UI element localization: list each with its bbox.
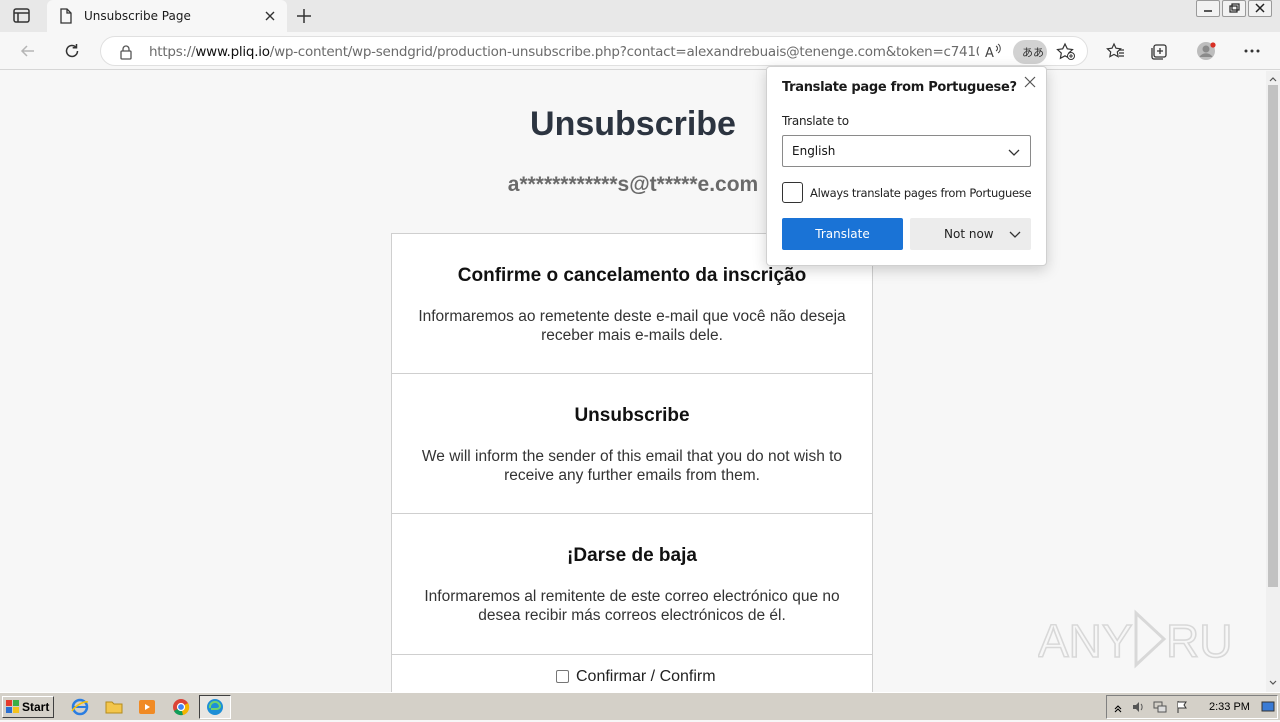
not-now-button[interactable]: Not now [910,218,1031,250]
read-aloud-icon[interactable]: A [983,42,1005,62]
close-icon[interactable] [263,9,277,23]
always-translate-checkbox[interactable] [782,182,803,203]
more-menu-icon[interactable] [1242,41,1262,61]
start-button[interactable]: Start [2,696,54,718]
not-now-label: Not now [944,227,994,241]
favorites-icon[interactable] [1106,41,1126,61]
tab-actions-icon[interactable] [12,7,32,25]
card-heading: ¡Darse de baja [567,545,697,566]
confirm-checkbox[interactable] [556,670,569,683]
restore-button[interactable] [1222,0,1246,17]
language-select[interactable]: English [782,135,1031,167]
chevron-down-icon [1007,145,1021,159]
page-scrollbar[interactable] [1266,71,1280,692]
lock-icon[interactable] [119,44,133,60]
refresh-icon[interactable] [62,41,82,61]
taskbar-clock[interactable]: 2:33 PM [1209,701,1250,713]
scroll-down-arrow-icon[interactable] [1266,677,1280,689]
tab-unsubscribe-page[interactable]: Unsubscribe Page [47,0,287,32]
address-bar[interactable]: https://www.pliq.io/wp-content/wp-sendgr… [100,36,1088,66]
translate-icon[interactable]: ああ [1013,40,1047,64]
card-body: We will inform the sender of this email … [421,448,843,484]
edge-taskbar-button[interactable] [199,695,231,719]
show-hidden-icons-icon[interactable] [1111,700,1125,714]
system-tray: 2:33 PM [1106,695,1278,719]
translate-button[interactable]: Translate [782,218,903,250]
taskbar: Start 2:33 PM [0,692,1280,720]
always-translate-label[interactable]: Always translate pages from Portuguese [810,186,1032,200]
chrome-icon[interactable] [171,697,191,717]
watermark-logo: ANY RUN [1037,605,1266,673]
url-scheme: https:// [149,44,196,60]
card-heading: Unsubscribe [574,405,690,426]
window-controls [1196,0,1272,18]
svg-text:ANY: ANY [1038,615,1133,667]
internet-explorer-icon[interactable] [70,697,90,717]
card-body: Informaremos ao remetente deste e-mail q… [418,308,846,344]
confirm-row: Confirmar / Confirm [391,654,873,692]
url-text[interactable]: https://www.pliq.io/wp-content/wp-sendgr… [149,44,979,60]
new-tab-icon[interactable] [295,7,313,25]
start-label: Start [22,700,50,714]
add-favorite-icon[interactable] [1055,42,1077,62]
page-content: Unsubscribe a************s@t*****e.com C… [0,71,1266,692]
file-explorer-icon[interactable] [104,697,124,717]
network-icon[interactable] [1153,700,1167,714]
chevron-down-icon[interactable] [1008,227,1022,241]
show-desktop-icon[interactable] [1261,700,1275,714]
close-window-button[interactable] [1248,0,1272,17]
media-player-icon[interactable] [137,697,157,717]
browser-toolbar: https://www.pliq.io/wp-content/wp-sendgr… [0,32,1280,70]
confirm-label[interactable]: Confirmar / Confirm [576,668,716,686]
windows-logo-icon [6,700,20,714]
url-host: www.pliq.io [195,44,270,60]
url-path: /wp-content/wp-sendgrid/production-unsub… [269,44,979,60]
browser-window: Unsubscribe Page https://www.pliq.io/wp-… [0,0,1280,692]
tab-title: Unsubscribe Page [84,9,191,23]
page-title: Unsubscribe [530,105,736,143]
card-heading: Confirme o cancelamento da inscrição [457,265,807,286]
card-english: Unsubscribe We will inform the sender of… [391,373,873,514]
language-select-value: English [792,144,836,158]
action-center-flag-icon[interactable] [1175,700,1189,714]
masked-email: a************s@t*****e.com [507,173,759,196]
edge-icon [207,699,223,715]
tab-strip: Unsubscribe Page [0,0,1280,32]
scroll-thumb[interactable] [1268,85,1278,587]
translate-popup: Translate page from Portuguese? Translat… [766,66,1047,266]
page-icon [59,8,73,24]
close-icon[interactable] [1023,75,1037,89]
svg-text:RUN: RUN [1166,615,1234,667]
scroll-up-arrow-icon[interactable] [1266,73,1280,85]
popup-title: Translate page from Portuguese? [782,80,1017,95]
collections-icon[interactable] [1150,41,1170,61]
card-body: Informaremos al remitente de este correo… [424,588,840,624]
profile-avatar-icon[interactable] [1196,41,1216,61]
translate-to-label: Translate to [782,114,849,128]
svg-text:A: A [985,46,994,61]
volume-icon[interactable] [1131,700,1145,714]
minimize-button[interactable] [1196,0,1220,17]
card-spanish: ¡Darse de baja Informaremos al remitente… [391,513,873,655]
svg-text:ああ: ああ [1022,46,1044,59]
back-arrow-icon[interactable] [18,41,38,61]
